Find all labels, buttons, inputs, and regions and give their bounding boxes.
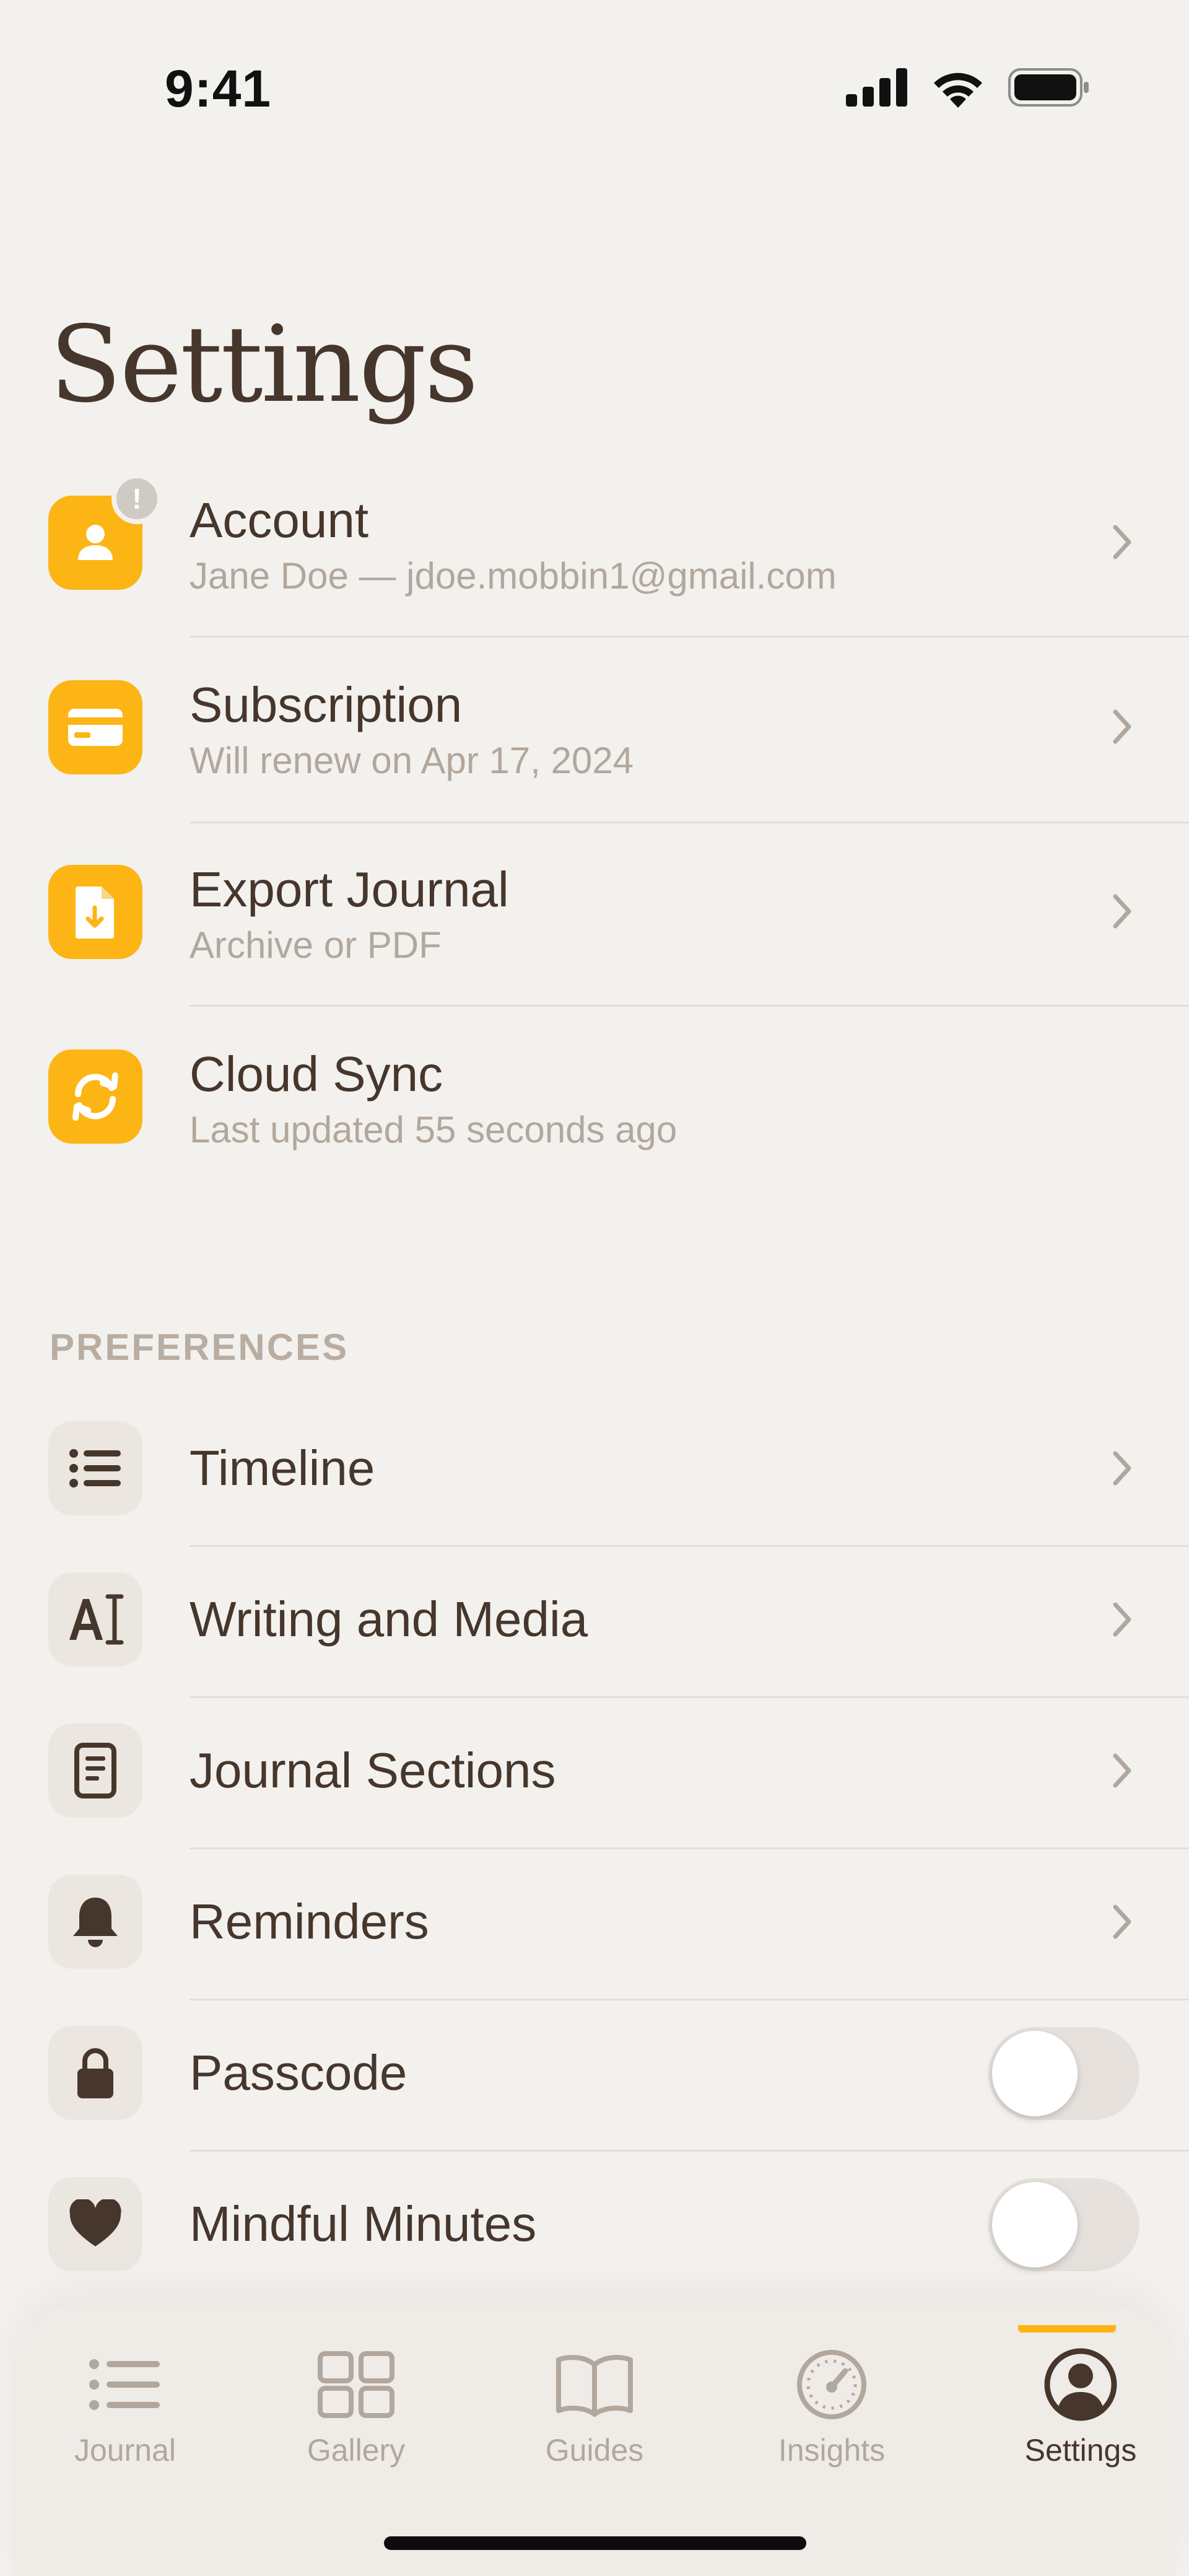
account-title: Account bbox=[189, 493, 369, 548]
journal-sections-label: Journal Sections bbox=[189, 1743, 556, 1798]
divider bbox=[189, 1999, 1189, 2000]
status-icons bbox=[846, 67, 1090, 108]
bell-icon bbox=[48, 1875, 142, 1969]
tab-label: Guides bbox=[545, 2433, 644, 2468]
mindful-minutes-row: Mindful Minutes bbox=[0, 2177, 1189, 2301]
chevron-right-icon bbox=[1104, 1601, 1141, 1638]
battery-icon bbox=[1008, 68, 1089, 107]
chevron-right-icon bbox=[1104, 708, 1141, 745]
cloud-sync-row: Cloud Sync Last updated 55 seconds ago bbox=[0, 1046, 1189, 1173]
cloud-sync-title: Cloud Sync bbox=[189, 1046, 443, 1102]
chevron-right-icon bbox=[1104, 1450, 1141, 1487]
writing-media-row[interactable]: Writing and Media bbox=[0, 1572, 1189, 1698]
export-journal-subtitle: Archive or PDF bbox=[189, 924, 442, 966]
divider bbox=[189, 1847, 1189, 1849]
journal-sections-row[interactable]: Journal Sections bbox=[0, 1724, 1189, 1849]
passcode-row: Passcode bbox=[0, 2026, 1189, 2152]
timeline-label: Timeline bbox=[189, 1440, 375, 1496]
chevron-right-icon bbox=[1104, 1903, 1141, 1940]
lock-icon bbox=[48, 2026, 142, 2120]
divider bbox=[189, 1696, 1189, 1698]
subscription-subtitle: Will renew on Apr 17, 2024 bbox=[189, 740, 634, 781]
notebook-icon bbox=[48, 1724, 142, 1818]
heart-icon bbox=[48, 2177, 142, 2271]
tab-bar: Journal Gallery Guides Insights Settings bbox=[12, 2305, 1177, 2576]
text-cursor-icon bbox=[48, 1572, 142, 1667]
home-indicator bbox=[384, 2536, 806, 2550]
timeline-row[interactable]: Timeline bbox=[0, 1421, 1189, 1547]
divider bbox=[189, 821, 1189, 823]
export-journal-title: Export Journal bbox=[189, 862, 509, 917]
tab-label: Gallery bbox=[307, 2433, 406, 2468]
toggle-knob bbox=[992, 2182, 1078, 2267]
active-tab-indicator bbox=[1018, 2325, 1116, 2333]
divider bbox=[189, 636, 1189, 637]
chevron-right-icon bbox=[1104, 524, 1141, 561]
chevron-right-icon bbox=[1104, 893, 1141, 930]
reminders-label: Reminders bbox=[189, 1894, 429, 1949]
page-title: Settings bbox=[50, 304, 479, 426]
tab-gallery[interactable]: Gallery bbox=[276, 2344, 437, 2493]
account-row[interactable]: ! Account Jane Doe — jdoe.mobbin1@gmail.… bbox=[0, 473, 1189, 638]
account-subtitle: Jane Doe — jdoe.mobbin1@gmail.com bbox=[189, 555, 837, 597]
document-download-icon bbox=[48, 865, 142, 959]
status-bar: 9:41 bbox=[0, 0, 1189, 173]
preferences-header: PREFERENCES bbox=[50, 1326, 349, 1368]
passcode-toggle[interactable] bbox=[988, 2027, 1139, 2120]
divider bbox=[189, 1005, 1189, 1007]
mindful-minutes-label: Mindful Minutes bbox=[189, 2196, 537, 2251]
tab-journal[interactable]: Journal bbox=[45, 2344, 206, 2493]
signal-icon bbox=[846, 68, 907, 107]
grid-icon bbox=[313, 2344, 399, 2425]
cloud-sync-subtitle: Last updated 55 seconds ago bbox=[189, 1109, 677, 1150]
tab-settings[interactable]: Settings bbox=[1000, 2344, 1161, 2493]
tab-guides[interactable]: Guides bbox=[514, 2344, 675, 2493]
divider bbox=[189, 1545, 1189, 1547]
tab-insights[interactable]: Insights bbox=[751, 2344, 912, 2493]
status-time: 9:41 bbox=[165, 59, 272, 118]
list-icon bbox=[48, 1421, 142, 1515]
list-icon bbox=[82, 2344, 168, 2425]
profile-icon bbox=[1037, 2344, 1124, 2425]
divider bbox=[189, 2150, 1189, 2152]
mindful-minutes-toggle[interactable] bbox=[988, 2178, 1139, 2271]
book-icon bbox=[551, 2344, 638, 2425]
tab-label: Journal bbox=[74, 2433, 176, 2468]
toggle-knob bbox=[992, 2031, 1078, 2116]
passcode-label: Passcode bbox=[189, 2045, 407, 2100]
alert-badge: ! bbox=[111, 473, 162, 524]
wifi-icon bbox=[934, 72, 982, 108]
gauge-icon bbox=[788, 2344, 875, 2425]
subscription-title: Subscription bbox=[189, 677, 463, 732]
reminders-row[interactable]: Reminders bbox=[0, 1875, 1189, 2000]
credit-card-icon bbox=[48, 680, 142, 774]
writing-media-label: Writing and Media bbox=[189, 1592, 588, 1647]
tab-label: Settings bbox=[1024, 2433, 1137, 2468]
export-journal-row[interactable]: Export Journal Archive or PDF bbox=[0, 862, 1189, 1007]
subscription-row[interactable]: Subscription Will renew on Apr 17, 2024 bbox=[0, 677, 1189, 823]
tab-label: Insights bbox=[778, 2433, 886, 2468]
sync-icon bbox=[48, 1049, 142, 1144]
chevron-right-icon bbox=[1104, 1752, 1141, 1789]
